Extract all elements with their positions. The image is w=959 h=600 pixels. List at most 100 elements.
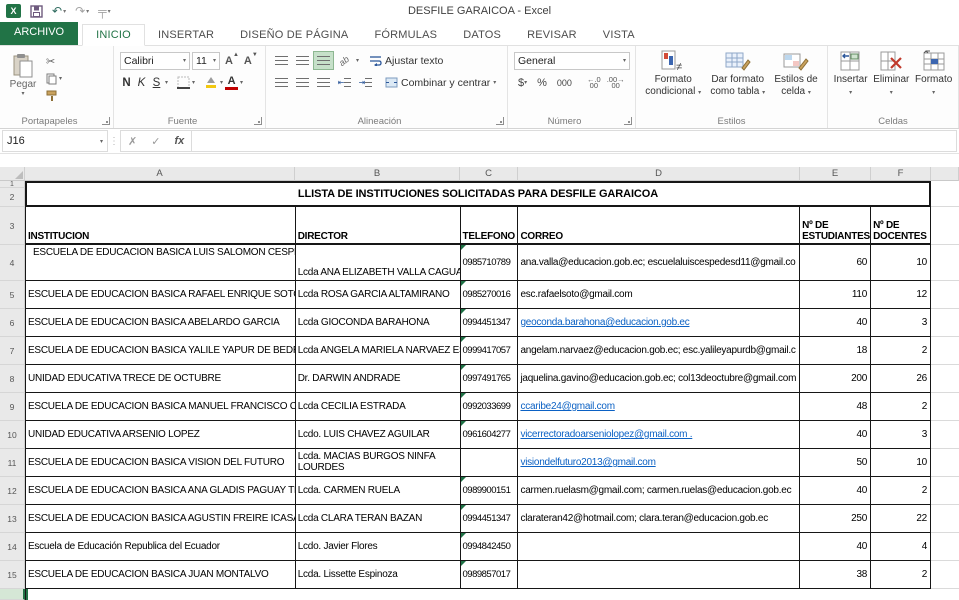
italic-button[interactable]: K — [135, 77, 148, 89]
save-button[interactable] — [30, 5, 43, 18]
cell-B15[interactable]: Lcda. Lissette Espinoza — [296, 561, 461, 589]
cell-B7[interactable]: Lcda ANGELA MARIELA NARVAEZ ESC — [296, 337, 461, 365]
cell-F9[interactable]: 2 — [871, 393, 931, 421]
cell-C12[interactable]: 0989900151 — [461, 477, 519, 505]
column-header-D[interactable]: D — [518, 167, 800, 181]
cell-F4[interactable]: 10 — [871, 245, 931, 281]
customize-qat-button[interactable]: ╤▾ — [98, 4, 111, 18]
orientation-dropdown-icon[interactable]: ▾ — [356, 57, 359, 64]
cell-C6[interactable]: 0994451347 — [461, 309, 519, 337]
cell-C4[interactable]: 0985710789 — [461, 245, 519, 281]
alignment-dialog-launcher[interactable] — [496, 117, 504, 125]
cell-E15[interactable]: 38 — [800, 561, 871, 589]
column-header-A[interactable]: A — [25, 167, 295, 181]
cell-C11[interactable] — [461, 449, 519, 477]
cell-A11[interactable]: ESCUELA DE EDUCACION BASICA VISION DEL F… — [26, 449, 296, 477]
cell-E13[interactable]: 250 — [800, 505, 871, 533]
cell-C10[interactable]: 0961604277 — [461, 421, 519, 449]
column-header-B[interactable]: B — [295, 167, 460, 181]
cell-E9[interactable]: 48 — [800, 393, 871, 421]
cell-E5[interactable]: 110 — [800, 281, 871, 309]
cell-A7[interactable]: ESCUELA DE EDUCACION BASICA YALILE YAPUR… — [26, 337, 296, 365]
cell-D8[interactable]: jaquelina.gavino@educacion.gob.ec; col13… — [518, 365, 800, 393]
cell-A12[interactable]: ESCUELA DE EDUCACION BASICA ANA GLADIS P… — [26, 477, 296, 505]
orientation-button[interactable]: ab — [335, 52, 354, 69]
cell-D11[interactable]: visiondelfuturo2013@gmail.com — [518, 449, 800, 477]
underline-button[interactable]: S — [150, 77, 163, 89]
number-dialog-launcher[interactable] — [624, 117, 632, 125]
cell-A13[interactable]: ESCUELA DE EDUCACION BASICA AGUSTIN FREI… — [26, 505, 296, 533]
name-box[interactable]: J16 ▾ — [2, 130, 108, 152]
underline-dropdown-icon[interactable]: ▾ — [165, 79, 168, 86]
cell-B8[interactable]: Dr. DARWIN ANDRADE — [296, 365, 461, 393]
cell-F10[interactable]: 3 — [871, 421, 931, 449]
cell-D14[interactable] — [518, 533, 800, 561]
select-all-corner[interactable] — [0, 167, 25, 181]
row-header-3[interactable]: 3 — [0, 207, 25, 245]
comma-style-button[interactable]: 000 — [553, 78, 576, 88]
cell-B10[interactable]: Lcdo. LUIS CHAVEZ AGUILAR — [296, 421, 461, 449]
undo-button[interactable]: ↶▾ — [52, 4, 66, 18]
row-header-2[interactable]: 2 — [0, 188, 25, 207]
increase-font-button[interactable]: A▲ — [225, 55, 239, 67]
email-link[interactable]: visiondelfuturo2013@gmail.com — [520, 457, 655, 468]
cell-A16-selection[interactable] — [26, 589, 296, 600]
header-director[interactable]: DIRECTOR — [296, 207, 461, 245]
row-header-15[interactable]: 15 — [0, 561, 25, 589]
column-header-F[interactable]: F — [871, 167, 931, 181]
header-institucion[interactable]: INSTITUCION — [26, 207, 296, 245]
row-header-7[interactable]: 7 — [0, 337, 25, 365]
decrease-decimal-button[interactable]: .00→00 — [605, 77, 627, 89]
email-link[interactable]: ccaribe24@gmail.com — [520, 401, 614, 412]
header-num-estudiantes[interactable]: Nº DE ESTUDIANTES — [800, 207, 871, 245]
cell-B9[interactable]: Lcda CECILIA ESTRADA — [296, 393, 461, 421]
font-color-dropdown-icon[interactable]: ▾ — [240, 79, 243, 86]
cell-C14[interactable]: 0994842450 — [461, 533, 519, 561]
cell-E14[interactable]: 40 — [800, 533, 871, 561]
row-header-13[interactable]: 13 — [0, 505, 25, 533]
cell-F6[interactable]: 3 — [871, 309, 931, 337]
cell-D12[interactable]: carmen.ruelasm@gmail.com; carmen.ruelas@… — [518, 477, 800, 505]
tab-datos[interactable]: DATOS — [450, 25, 514, 45]
tab-inicio[interactable]: INICIO — [82, 24, 145, 46]
decrease-font-button[interactable]: A▼ — [244, 55, 258, 67]
cell-E4[interactable]: 60 — [800, 245, 871, 281]
row-header-5[interactable]: 5 — [0, 281, 25, 309]
name-box-dropdown-icon[interactable]: ▾ — [100, 138, 103, 145]
cell-D9[interactable]: ccaribe24@gmail.com — [518, 393, 800, 421]
cell-D7[interactable]: angelam.narvaez@educacion.gob.ec; esc.ya… — [518, 337, 800, 365]
row-header-16-selected[interactable] — [0, 589, 25, 600]
formula-input[interactable] — [192, 130, 957, 152]
cancel-entry-button[interactable]: ✗ — [121, 135, 144, 148]
cell-B6[interactable]: Lcda GIOCONDA BARAHONA — [296, 309, 461, 337]
cell-A10[interactable]: UNIDAD EDUCATIVA ARSENIO LOPEZ — [26, 421, 296, 449]
row-header-8[interactable]: 8 — [0, 365, 25, 393]
fill-color-dropdown-icon[interactable]: ▾ — [220, 79, 223, 86]
font-dialog-launcher[interactable] — [254, 117, 262, 125]
align-middle-button[interactable] — [293, 52, 312, 69]
email-link[interactable]: vicerrectoradoarseniolopez@gmail.com . — [520, 429, 692, 440]
cell-A9[interactable]: ESCUELA DE EDUCACION BASICA MANUEL FRANC… — [26, 393, 296, 421]
row-header-4[interactable]: 4 — [0, 245, 25, 281]
redo-dropdown-icon[interactable]: ▾ — [86, 8, 89, 15]
cell-B11[interactable]: Lcda. MACIAS BURGOS NINFA LOURDES — [296, 449, 461, 477]
font-size-select[interactable]: 11▾ — [192, 52, 220, 70]
cell-E8[interactable]: 200 — [800, 365, 871, 393]
cell-B13[interactable]: Lcda CLARA TERAN BAZAN — [296, 505, 461, 533]
row-header-14[interactable]: 14 — [0, 533, 25, 561]
email-link[interactable]: geoconda.barahona@educacion.gob.ec — [520, 317, 689, 328]
row-header-9[interactable]: 9 — [0, 393, 25, 421]
align-bottom-button[interactable] — [314, 52, 333, 69]
format-painter-button[interactable] — [46, 89, 62, 102]
cell-E12[interactable]: 40 — [800, 477, 871, 505]
undo-dropdown-icon[interactable]: ▾ — [63, 8, 66, 15]
row-header-6[interactable]: 6 — [0, 309, 25, 337]
cell-E10[interactable]: 40 — [800, 421, 871, 449]
redo-button[interactable]: ↷▾ — [75, 4, 89, 18]
cell-F8[interactable]: 26 — [871, 365, 931, 393]
increase-decimal-button[interactable]: ←.000 — [585, 77, 603, 89]
currency-button[interactable]: $▾ — [514, 77, 531, 89]
copy-button[interactable]: ▾ — [46, 72, 62, 85]
cell-D6[interactable]: geoconda.barahona@educacion.gob.ec — [518, 309, 800, 337]
cell-F11[interactable]: 10 — [871, 449, 931, 477]
